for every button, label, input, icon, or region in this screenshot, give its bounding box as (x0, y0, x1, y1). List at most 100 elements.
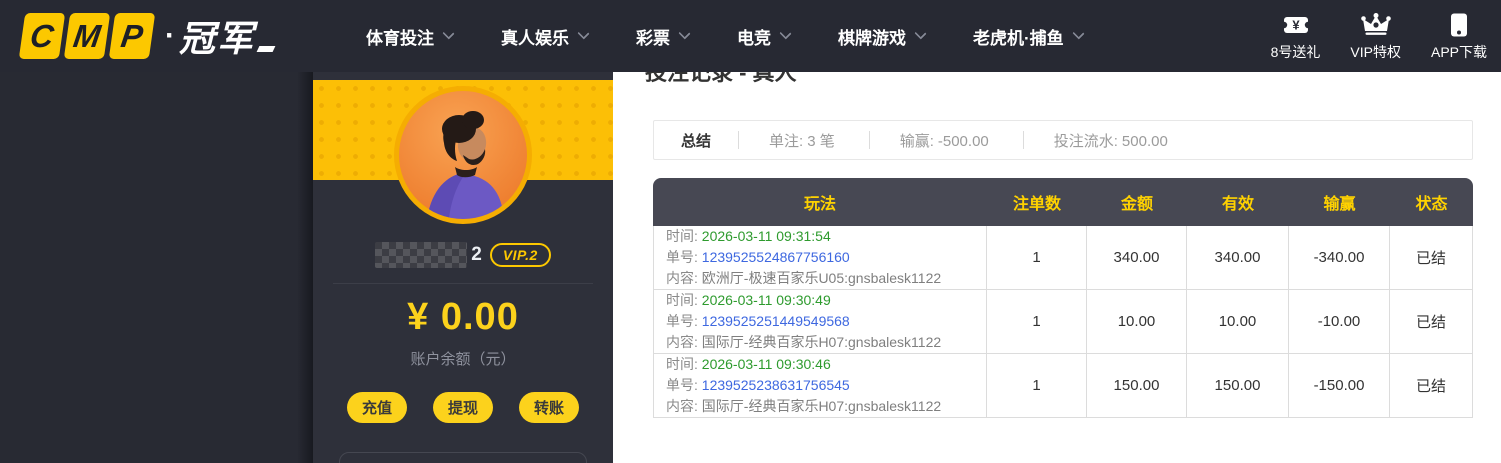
col-header-play: 玩法 (653, 178, 987, 226)
table-row: 时间: 2026-03-11 09:30:49 单号: 123952525144… (653, 290, 1473, 354)
time-label: 时间: (666, 228, 698, 244)
summary-item: 单注: 3 笔 (739, 130, 869, 151)
summary-item-label: 输赢: (899, 132, 934, 150)
table-header: 玩法 注单数 金额 有效 输赢 状态 (653, 178, 1473, 226)
col-header-status: 状态 (1390, 178, 1473, 226)
logo-letter-tile: C (18, 13, 66, 59)
play-cell: 时间: 2026-03-11 09:30:46 单号: 123952523863… (653, 354, 987, 418)
bet-time: 2026-03-11 09:30:49 (701, 292, 831, 308)
order-number-link[interactable]: 1239525251449549568 (702, 313, 850, 329)
logo-dash-decoration (256, 46, 276, 52)
top-navbar: C M P · 冠军 体育投注 真人娱乐 彩票 电竞 棋牌游戏 老虎机·捕鱼 ¥… (0, 0, 1501, 72)
status-cell: 已结 (1390, 226, 1473, 290)
chevron-down-icon (914, 27, 927, 40)
logo-letter-tile: P (108, 13, 156, 59)
username-visible-char: 2 (471, 244, 482, 265)
logo-brand-text: 冠军 (179, 18, 256, 59)
crown-icon (1360, 11, 1391, 39)
user-sidebar: 2 VIP.2 ¥ 0.00 账户余额（元） 充值 提现 转账 (313, 72, 613, 463)
account-balance: ¥ 0.00 (407, 296, 519, 338)
chevron-down-icon (678, 27, 691, 40)
gift-quick-link[interactable]: ¥ 8号送礼 (1270, 11, 1321, 62)
wallet-actions: 充值 提现 转账 (313, 392, 613, 423)
summary-item-label: 单注: (769, 132, 804, 150)
bet-content: 欧洲厅-极速百家乐U05:gnsbalesk1122 (701, 270, 942, 286)
summary-tab[interactable]: 总结 (654, 130, 738, 151)
summary-items: 单注: 3 笔 输赢: -500.00 投注流水: 500.00 (738, 130, 1202, 151)
summary-item-value: 3 笔 (807, 132, 835, 150)
sidebar-divider (333, 283, 593, 284)
summary-item-value: 500.00 (1121, 132, 1168, 150)
vip-quick-link[interactable]: VIP特权 (1350, 11, 1401, 62)
summary-item: 投注流水: 500.00 (1024, 130, 1202, 151)
gift-ticket-icon: ¥ (1281, 11, 1310, 39)
logo-letter-tile: M (63, 13, 111, 59)
table-body: 时间: 2026-03-11 09:31:54 单号: 123952552486… (653, 226, 1473, 418)
summary-item-value: -500.00 (937, 132, 989, 150)
wallet-action-button[interactable]: 转账 (519, 392, 580, 423)
content-label: 内容: (666, 334, 698, 350)
nav-menu-item[interactable]: 老虎机·捕鱼 (973, 24, 1085, 49)
time-label: 时间: (666, 356, 698, 372)
bet-count-cell: 1 (987, 226, 1087, 290)
win-loss-cell: -340.00 (1289, 226, 1390, 290)
quick-links: ¥ 8号送礼 VIP特权 APP下载 (1271, 11, 1487, 62)
table-row: 时间: 2026-03-11 09:30:46 单号: 123952523863… (653, 354, 1473, 418)
nav-menu-item[interactable]: 电竞 (737, 24, 792, 49)
bet-time: 2026-03-11 09:31:54 (701, 228, 831, 244)
brand-logo[interactable]: C M P · 冠军 (18, 10, 276, 62)
bet-content: 国际厅-经典百家乐H07:gnsbalesk1122 (701, 334, 942, 350)
summary-bar: 总结 单注: 3 笔 输赢: -500.00 投注流水: 500.00 (653, 120, 1473, 160)
amount-cell: 340.00 (1087, 226, 1187, 290)
table-row: 时间: 2026-03-11 09:31:54 单号: 123952552486… (653, 226, 1473, 290)
user-row: 2 VIP.2 (313, 242, 613, 268)
username-censored (375, 242, 468, 268)
wallet-action-button[interactable]: 提现 (432, 392, 493, 423)
time-label: 时间: (666, 292, 698, 308)
bet-content: 国际厅-经典百家乐H07:gnsbalesk1122 (701, 398, 942, 414)
win-loss-cell: -150.00 (1289, 354, 1390, 418)
status-cell: 已结 (1390, 354, 1473, 418)
valid-cell: 10.00 (1187, 290, 1289, 354)
chevron-down-icon (1072, 27, 1085, 40)
avatar[interactable] (394, 86, 532, 224)
balance-label: 账户余额（元） (410, 351, 516, 368)
nav-menu-item[interactable]: 彩票 (636, 24, 691, 49)
chevron-down-icon (779, 27, 792, 40)
nav-menu-item[interactable]: 体育投注 (366, 24, 455, 49)
app-download-quick-link[interactable]: APP下载 (1431, 11, 1487, 62)
logo-dot: · (165, 19, 175, 52)
bet-records-table: 玩法 注单数 金额 有效 输赢 状态 时间: 2026-03-11 09:31:… (653, 178, 1473, 418)
content-label: 内容: (666, 398, 698, 414)
nav-menu-item[interactable]: 棋牌游戏 (838, 24, 927, 49)
chevron-down-icon (577, 27, 590, 40)
order-number-link[interactable]: 1239525524867756160 (702, 249, 850, 265)
play-cell: 时间: 2026-03-11 09:31:54 单号: 123952552486… (653, 226, 987, 290)
col-header-amount: 金额 (1087, 178, 1187, 226)
main-content: 投注记录 - 真人 总结 单注: 3 笔 输赢: -500.00 投注流水: 500.… (613, 60, 1501, 463)
order-number-link[interactable]: 1239525238631756545 (702, 377, 850, 393)
bet-time: 2026-03-11 09:30:46 (701, 356, 831, 372)
valid-cell: 340.00 (1187, 226, 1289, 290)
status-cell: 已结 (1390, 290, 1473, 354)
chevron-down-icon (442, 27, 455, 40)
svg-text:¥: ¥ (1292, 17, 1300, 32)
app-download-icon (1446, 11, 1472, 39)
valid-cell: 150.00 (1187, 354, 1289, 418)
wallet-action-button[interactable]: 充值 (346, 392, 407, 423)
quick-link-label: 8号送礼 (1270, 43, 1321, 60)
nav-menu-item[interactable]: 真人娱乐 (501, 24, 590, 49)
amount-cell: 150.00 (1087, 354, 1187, 418)
sidebar-bottom-panel (339, 452, 587, 463)
win-loss-cell: -10.00 (1289, 290, 1390, 354)
left-dark-backdrop (0, 72, 313, 463)
amount-cell: 10.00 (1087, 290, 1187, 354)
main-menu: 体育投注 真人娱乐 彩票 电竞 棋牌游戏 老虎机·捕鱼 (366, 24, 1085, 49)
bet-count-cell: 1 (987, 354, 1087, 418)
col-header-bet-count: 注单数 (987, 178, 1087, 226)
summary-item-label: 投注流水: (1053, 132, 1118, 150)
bet-count-cell: 1 (987, 290, 1087, 354)
content-label: 内容: (666, 270, 698, 286)
vip-level-badge: VIP.2 (489, 243, 551, 267)
summary-item: 输赢: -500.00 (870, 130, 1023, 151)
